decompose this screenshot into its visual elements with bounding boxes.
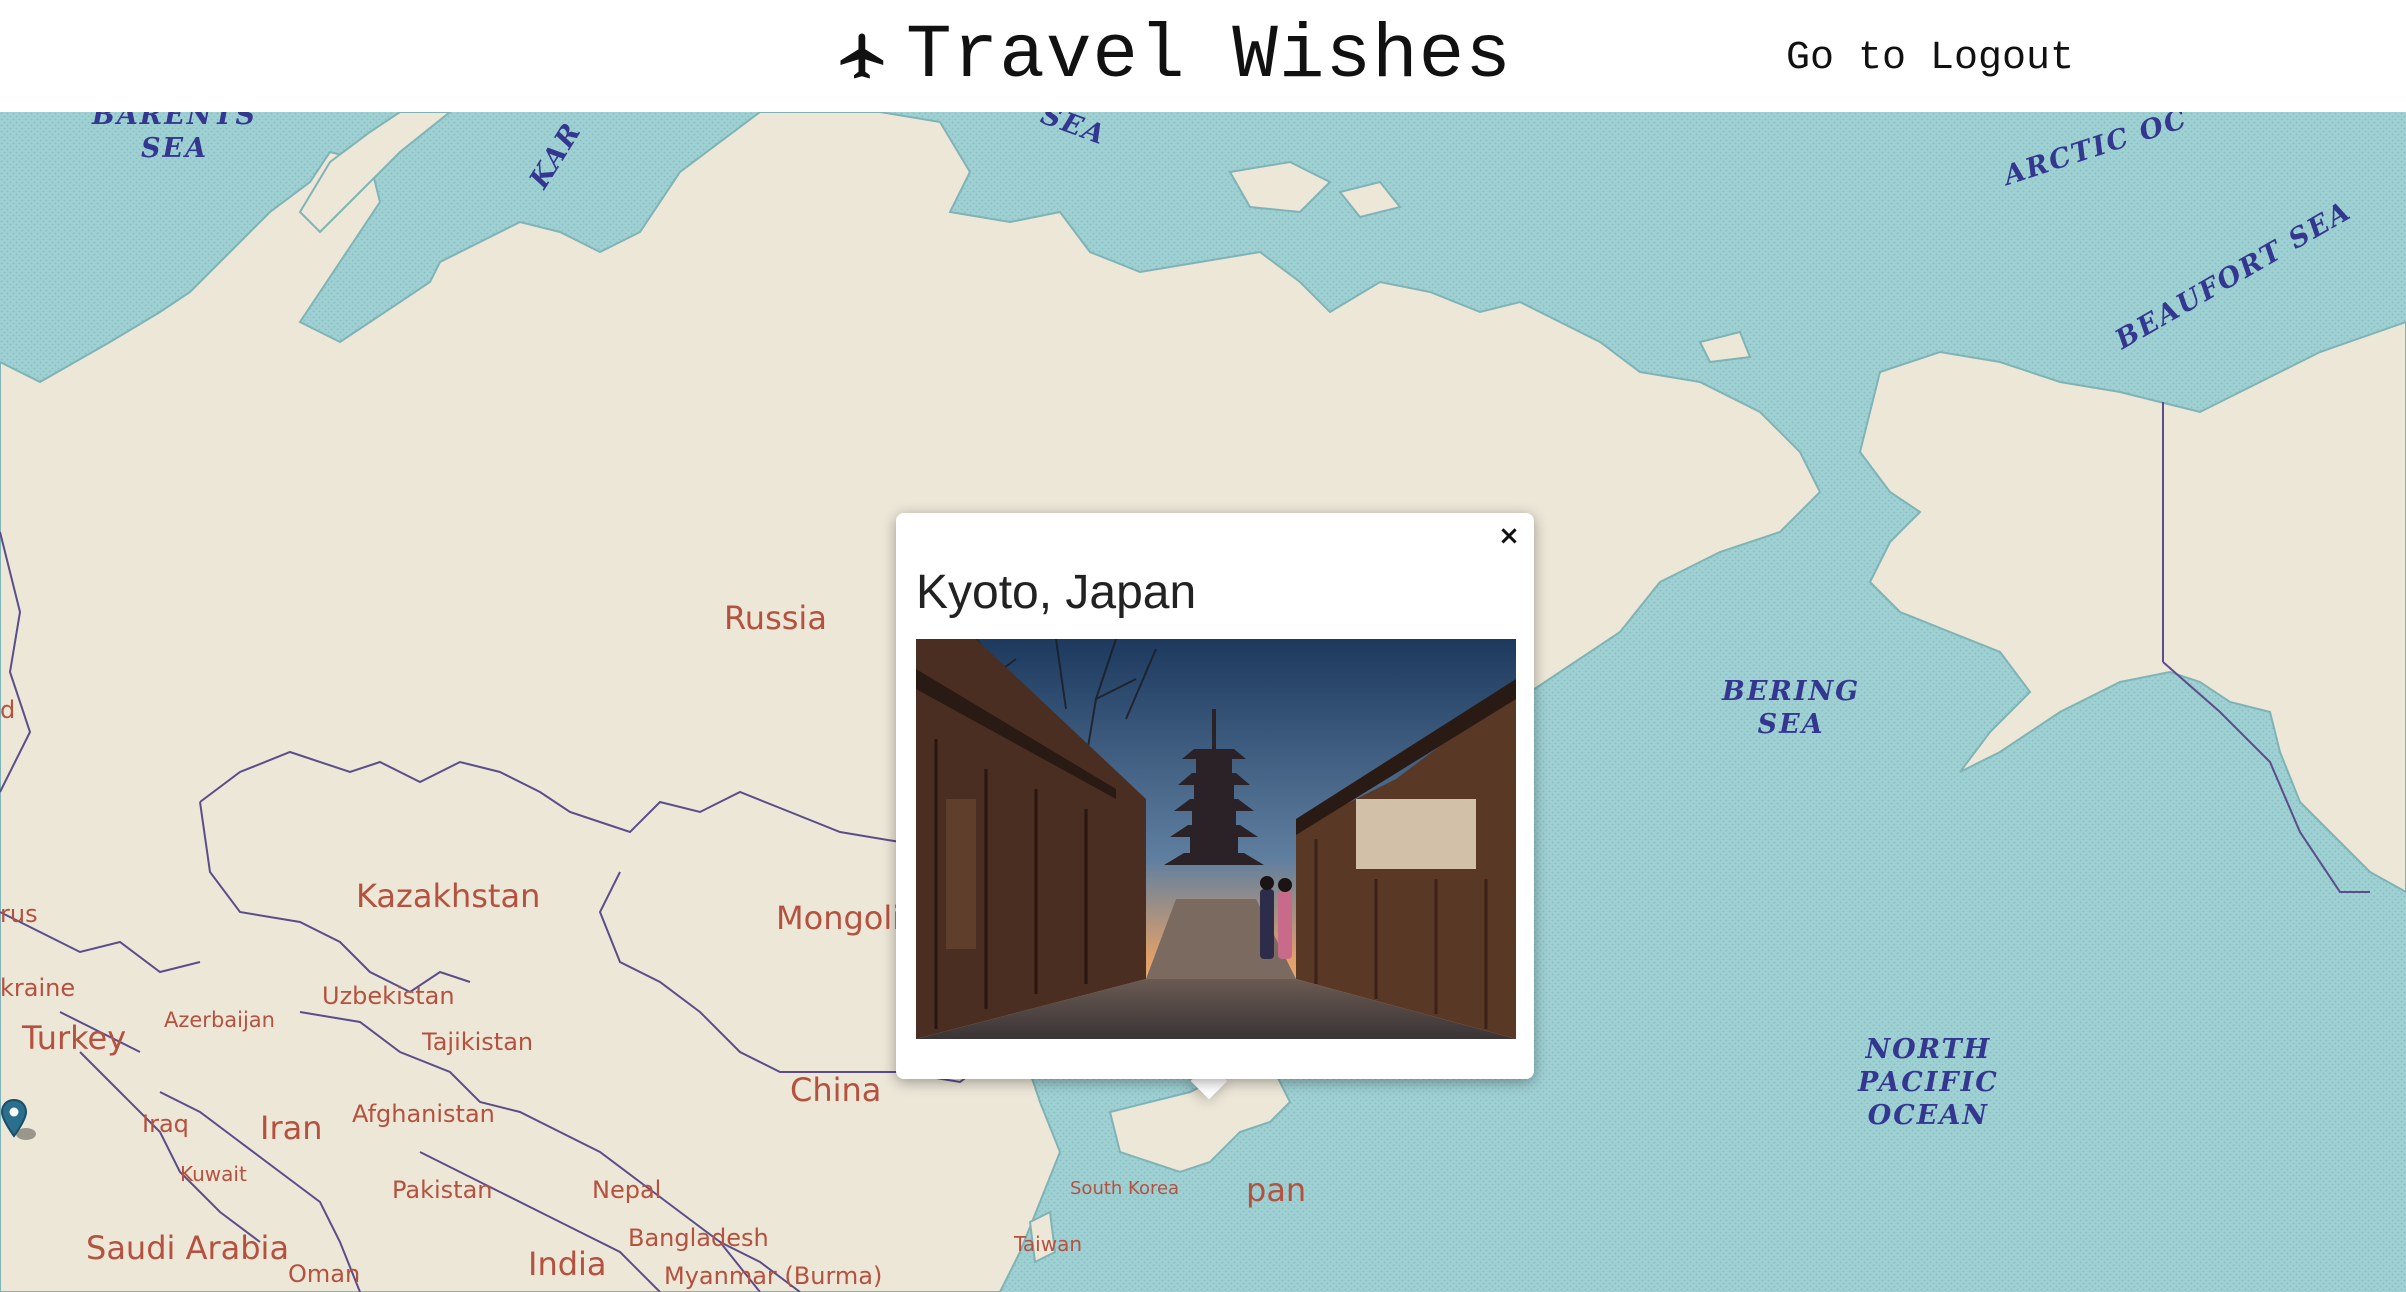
label-finland: d — [0, 696, 16, 724]
logout-link[interactable]: Go to Logout — [1786, 36, 2074, 81]
app-title: Travel Wishes — [906, 13, 1512, 99]
label-belarus: rus — [0, 900, 38, 928]
label-india: India — [528, 1245, 607, 1283]
label-myanmar: Myanmar (Burma) — [664, 1262, 883, 1290]
label-turkey: Turkey — [22, 1019, 127, 1057]
label-ukraine: kraine — [0, 974, 76, 1002]
brand[interactable]: Travel Wishes — [836, 13, 1512, 99]
label-south-korea: South Korea — [1070, 1178, 1180, 1199]
label-taiwan: Taiwan — [1014, 1232, 1083, 1256]
label-russia: Russia — [724, 599, 827, 637]
airplane-icon — [840, 33, 884, 79]
label-bangladesh: Bangladesh — [628, 1224, 769, 1252]
label-saudi-arabia: Saudi Arabia — [86, 1229, 290, 1267]
map-marker-icon[interactable] — [0, 1098, 44, 1158]
kyoto-photo — [916, 639, 1516, 1039]
popup-title: Kyoto, Japan — [916, 566, 1197, 619]
label-iran: Iran — [260, 1109, 323, 1147]
label-oman: Oman — [288, 1260, 361, 1288]
label-tajikistan: Tajikistan — [422, 1028, 534, 1056]
label-afghanistan: Afghanistan — [352, 1100, 495, 1128]
label-iraq: Iraq — [142, 1110, 189, 1138]
label-barents-sea: BARENTS SEA — [92, 112, 258, 164]
label-mongolia: Mongoli — [776, 899, 902, 937]
label-pakistan: Pakistan — [392, 1176, 493, 1204]
label-bering-sea: BERING SEA — [1722, 676, 1861, 740]
label-nepal: Nepal — [592, 1176, 662, 1204]
location-popup: × Kyoto, Japan — [896, 513, 1534, 1079]
label-japan: pan — [1246, 1171, 1307, 1209]
app-header: Travel Wishes Go to Logout — [0, 0, 2406, 112]
label-kuwait: Kuwait — [180, 1162, 247, 1186]
label-china: China — [790, 1071, 882, 1109]
close-icon[interactable]: × — [1494, 521, 1524, 551]
label-north-pacific-ocean: NORTH PACIFIC OCEAN — [1858, 1034, 1999, 1131]
label-azerbaijan: Azerbaijan — [164, 1008, 275, 1032]
label-uzbekistan: Uzbekistan — [322, 982, 455, 1010]
label-kazakhstan: Kazakhstan — [356, 877, 541, 915]
